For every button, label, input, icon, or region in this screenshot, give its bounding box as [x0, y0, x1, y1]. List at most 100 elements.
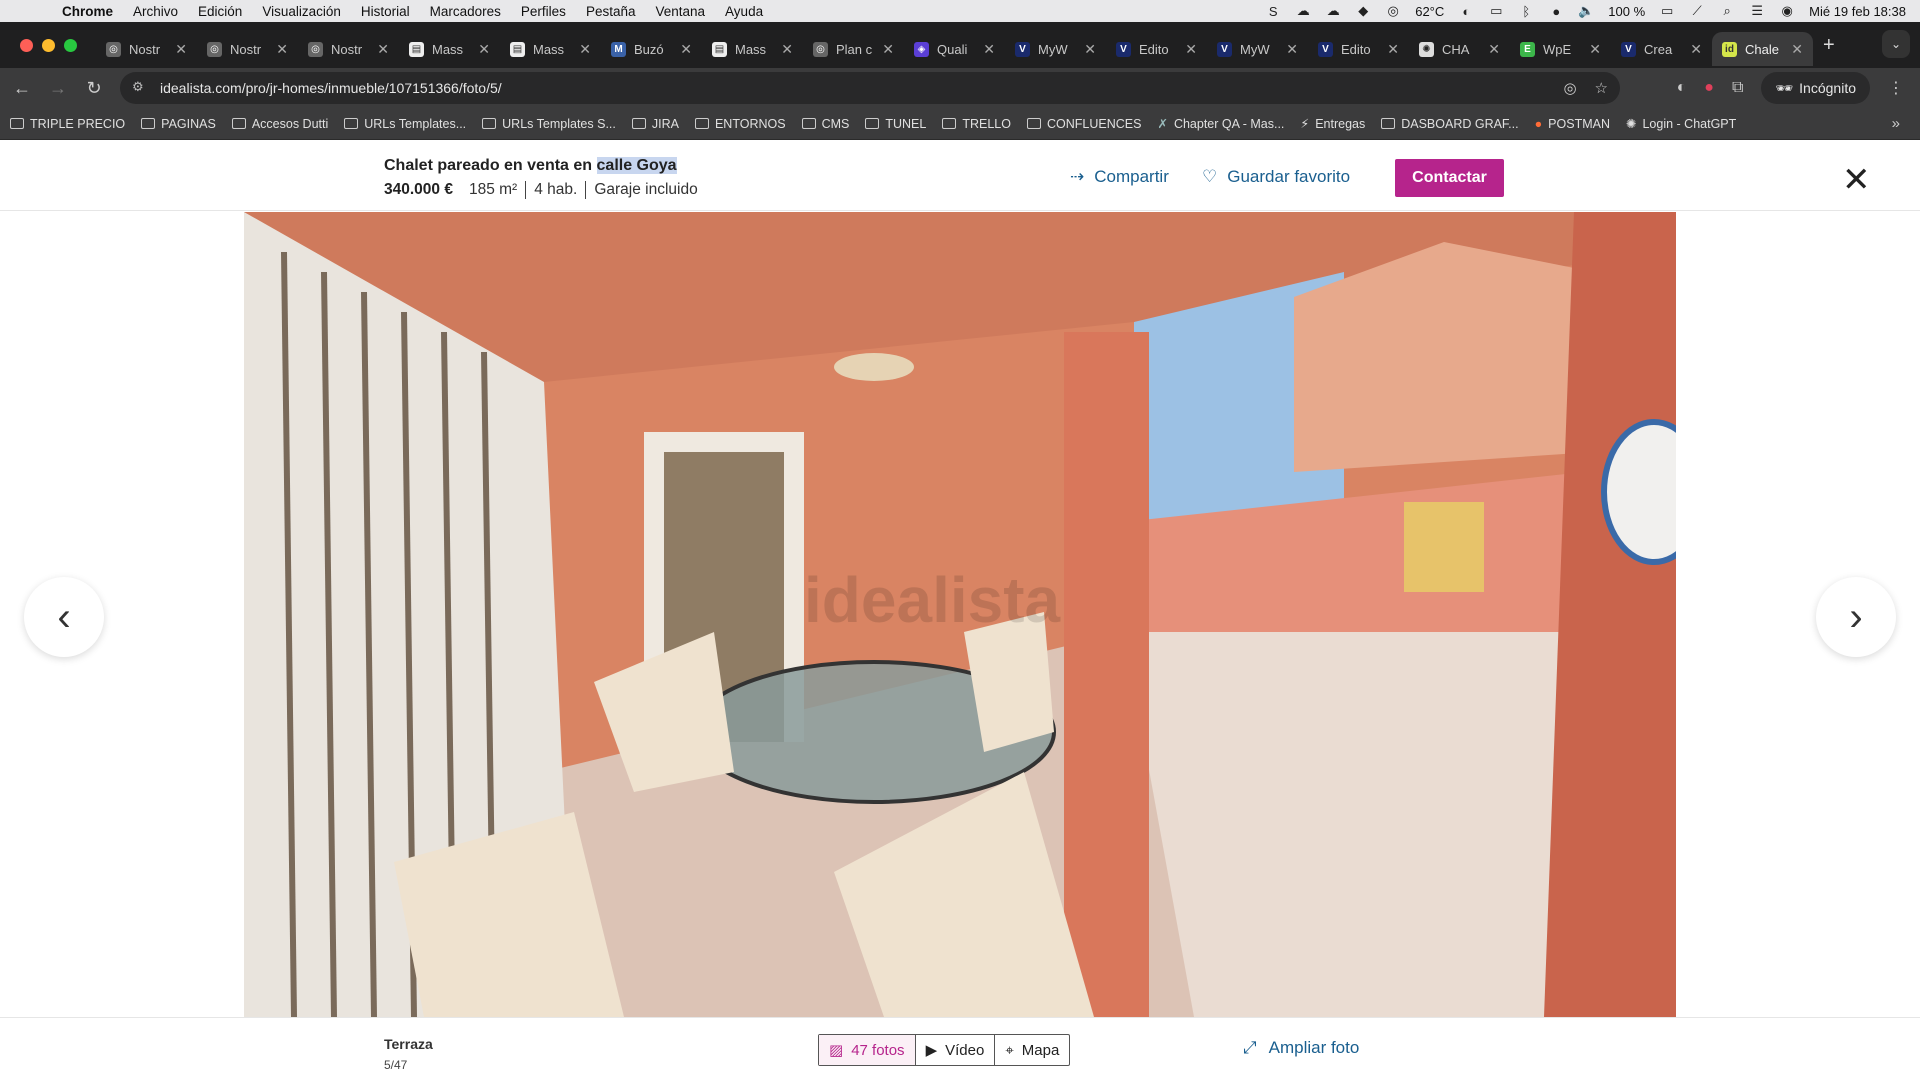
- previous-photo-button[interactable]: ‹: [24, 577, 104, 657]
- extensions-puzzle-icon[interactable]: ⧉: [1732, 79, 1743, 97]
- bluetooth-icon[interactable]: ᛒ: [1518, 4, 1534, 19]
- tab[interactable]: ▤ Mass ✕: [500, 32, 601, 66]
- favorite-button[interactable]: ♡ Guardar favorito: [1202, 167, 1350, 187]
- tab[interactable]: V Crea ✕: [1611, 32, 1712, 66]
- close-tab-icon[interactable]: ✕: [1791, 41, 1803, 58]
- toggle-icon[interactable]: ◐: [1458, 4, 1474, 19]
- bookmark-folder[interactable]: CONFLUENCES: [1026, 117, 1141, 131]
- new-tab-icon[interactable]: +: [1823, 34, 1835, 57]
- close-tab-icon[interactable]: ✕: [478, 41, 490, 58]
- next-photo-button[interactable]: ›: [1816, 577, 1896, 657]
- siri-icon[interactable]: ◉: [1779, 3, 1795, 18]
- bookmark-folder[interactable]: JIRA: [631, 117, 679, 131]
- incognito-indicator[interactable]: 🕶 Incógnito: [1761, 72, 1870, 104]
- close-tab-icon[interactable]: ✕: [175, 41, 187, 58]
- tab[interactable]: V MyW ✕: [1207, 32, 1308, 66]
- menu-pestana[interactable]: Pestaña: [576, 4, 646, 19]
- bookmark-folder[interactable]: URLs Templates...: [344, 117, 466, 131]
- bookmark-folder[interactable]: Accesos Dutti: [231, 117, 328, 131]
- site-info-icon[interactable]: ⚙: [132, 79, 150, 97]
- tab[interactable]: V Edito ✕: [1308, 32, 1409, 66]
- tab[interactable]: ✺ CHA ✕: [1409, 32, 1510, 66]
- temperature-readout[interactable]: 62°C: [1415, 4, 1444, 19]
- tab[interactable]: V Edito ✕: [1106, 32, 1207, 66]
- bookmark-folder[interactable]: TRELLO: [942, 117, 1011, 131]
- back-icon[interactable]: ←: [4, 78, 40, 99]
- menu-archivo[interactable]: Archivo: [123, 4, 188, 19]
- chrome-menu-icon[interactable]: ⋮: [1888, 78, 1904, 98]
- map-tab[interactable]: ⌖ Mapa: [994, 1035, 1069, 1065]
- tracking-protection-icon[interactable]: ◎: [1563, 79, 1576, 97]
- bookmark-link[interactable]: ✺ Login - ChatGPT: [1626, 116, 1736, 132]
- bookmark-folder[interactable]: PAGINAS: [141, 117, 216, 131]
- weather-app-icon[interactable]: ☁: [1295, 3, 1311, 18]
- volume-icon[interactable]: 🔈: [1578, 3, 1594, 18]
- video-tab[interactable]: ▶ Vídeo: [914, 1035, 995, 1065]
- reload-icon[interactable]: ↻: [76, 78, 112, 99]
- minimize-window-button[interactable]: [42, 38, 55, 52]
- enlarge-photo-button[interactable]: ⤢ Ampliar foto: [1243, 1038, 1359, 1058]
- tab[interactable]: ◈ Quali ✕: [904, 32, 1005, 66]
- close-tab-icon[interactable]: ✕: [1286, 41, 1298, 58]
- tab[interactable]: ▤ Mass ✕: [702, 32, 803, 66]
- tab-search-icon[interactable]: ⌄: [1882, 30, 1910, 58]
- tab[interactable]: V MyW ✕: [1005, 32, 1106, 66]
- url-text[interactable]: idealista.com/pro/jr-homes/inmueble/1071…: [160, 80, 502, 96]
- zoom-window-button[interactable]: [64, 38, 77, 52]
- menu-historial[interactable]: Historial: [351, 4, 420, 19]
- close-tab-icon[interactable]: ✕: [377, 41, 389, 58]
- tab[interactable]: ◎ Plan c ✕: [803, 32, 904, 66]
- s-app-icon[interactable]: S: [1265, 4, 1281, 19]
- tab[interactable]: ▤ Mass ✕: [399, 32, 500, 66]
- close-tab-icon[interactable]: ✕: [1690, 41, 1702, 58]
- close-tab-icon[interactable]: ✕: [1387, 41, 1399, 58]
- close-tab-icon[interactable]: ✕: [579, 41, 591, 58]
- menu-ayuda[interactable]: Ayuda: [715, 4, 773, 19]
- close-tab-icon[interactable]: ✕: [1084, 41, 1096, 58]
- display-icon[interactable]: ▭: [1488, 3, 1504, 18]
- tab-active[interactable]: id Chale ✕: [1712, 32, 1813, 66]
- tab[interactable]: ◎ Nostr ✕: [298, 32, 399, 66]
- bookmark-link[interactable]: ● POSTMAN: [1535, 117, 1610, 131]
- close-tab-icon[interactable]: ✕: [1488, 41, 1500, 58]
- close-icon[interactable]: ✕: [1842, 163, 1871, 197]
- menu-edicion[interactable]: Edición: [188, 4, 252, 19]
- focus-icon[interactable]: ●: [1548, 4, 1564, 19]
- address-bar[interactable]: ⚙ idealista.com/pro/jr-homes/inmueble/10…: [120, 72, 1620, 104]
- tab[interactable]: E WpE ✕: [1510, 32, 1611, 66]
- tab[interactable]: ◎ Nostr ✕: [197, 32, 298, 66]
- control-center-icon[interactable]: ☰: [1749, 3, 1765, 18]
- bookmark-folder[interactable]: ENTORNOS: [694, 117, 786, 131]
- photos-tab[interactable]: ▨ 47 fotos: [819, 1035, 915, 1065]
- menu-perfiles[interactable]: Perfiles: [511, 4, 576, 19]
- clock[interactable]: Mié 19 feb 18:38: [1809, 4, 1906, 19]
- more-bookmarks-icon[interactable]: »: [1892, 115, 1900, 132]
- tab[interactable]: M Buzó ✕: [601, 32, 702, 66]
- close-tab-icon[interactable]: ✕: [680, 41, 692, 58]
- extension-icon[interactable]: ◐: [1677, 79, 1687, 97]
- bookmark-folder[interactable]: URLs Templates S...: [482, 117, 616, 131]
- tab[interactable]: ◎ Nostr ✕: [96, 32, 197, 66]
- close-tab-icon[interactable]: ✕: [882, 41, 894, 58]
- close-tab-icon[interactable]: ✕: [781, 41, 793, 58]
- listing-photo[interactable]: idealista: [244, 212, 1676, 1017]
- globe-icon[interactable]: ◎: [1385, 3, 1401, 18]
- cloud-icon[interactable]: ☁: [1325, 3, 1341, 18]
- menu-ventana[interactable]: Ventana: [645, 4, 715, 19]
- bookmark-folder[interactable]: TRIPLE PRECIO: [10, 117, 125, 131]
- close-tab-icon[interactable]: ✕: [1185, 41, 1197, 58]
- share-button[interactable]: ⇢ Compartir: [1070, 167, 1169, 187]
- close-window-button[interactable]: [20, 38, 33, 52]
- battery-readout[interactable]: 100 %: [1608, 4, 1645, 19]
- bookmark-folder[interactable]: DASBOARD GRAF...: [1381, 117, 1519, 131]
- contact-button[interactable]: Contactar: [1395, 159, 1504, 197]
- dropbox-icon[interactable]: ◆: [1355, 3, 1371, 18]
- bookmark-link[interactable]: ⚡ Entregas: [1300, 116, 1365, 132]
- close-tab-icon[interactable]: ✕: [983, 41, 995, 58]
- pen-icon[interactable]: ⟋: [1689, 3, 1705, 18]
- bookmark-link[interactable]: ✗ Chapter QA - Mas...: [1157, 116, 1284, 132]
- extension-red-icon[interactable]: ●: [1704, 79, 1714, 97]
- close-tab-icon[interactable]: ✕: [1589, 41, 1601, 58]
- bookmark-star-icon[interactable]: ☆: [1595, 79, 1608, 97]
- bookmark-folder[interactable]: CMS: [801, 117, 849, 131]
